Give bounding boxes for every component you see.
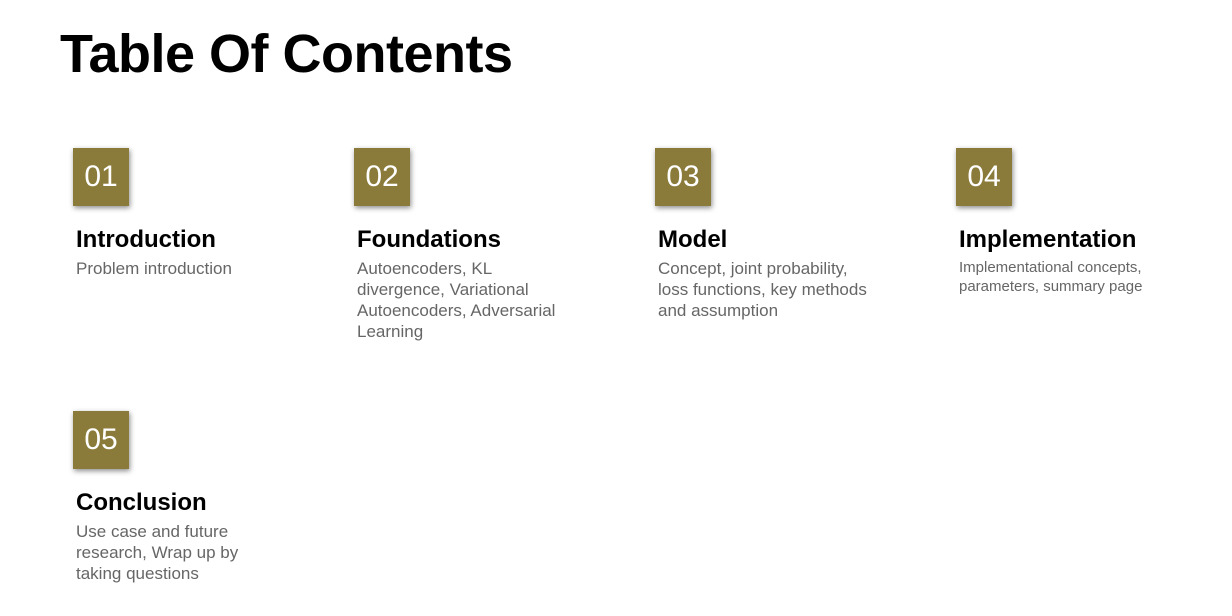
- section-description: Concept, joint probability, loss functio…: [658, 259, 867, 320]
- section-heading: Implementation: [959, 226, 1137, 253]
- section-heading: Introduction: [76, 226, 216, 253]
- section-number-badge: 03: [655, 148, 711, 206]
- section-description: Problem introduction: [76, 259, 232, 278]
- section-description: Autoencoders, KL divergence, Variational…: [357, 259, 556, 341]
- section-heading: Foundations: [357, 226, 501, 253]
- section-heading: Model: [658, 226, 728, 253]
- slide: Table Of Contents 01 Introduction Proble…: [0, 0, 1232, 616]
- section-number-badge: 05: [73, 411, 129, 469]
- section-number-badge: 02: [354, 148, 410, 206]
- section-number-badge: 01: [73, 148, 129, 206]
- section-description: Use case and future research, Wrap up by…: [76, 522, 239, 583]
- section-heading: Conclusion: [76, 489, 207, 516]
- section-description: Implementational concepts, parameters, s…: [959, 259, 1143, 295]
- page-title: Table Of Contents: [60, 24, 513, 84]
- section-number-badge: 04: [956, 148, 1012, 206]
